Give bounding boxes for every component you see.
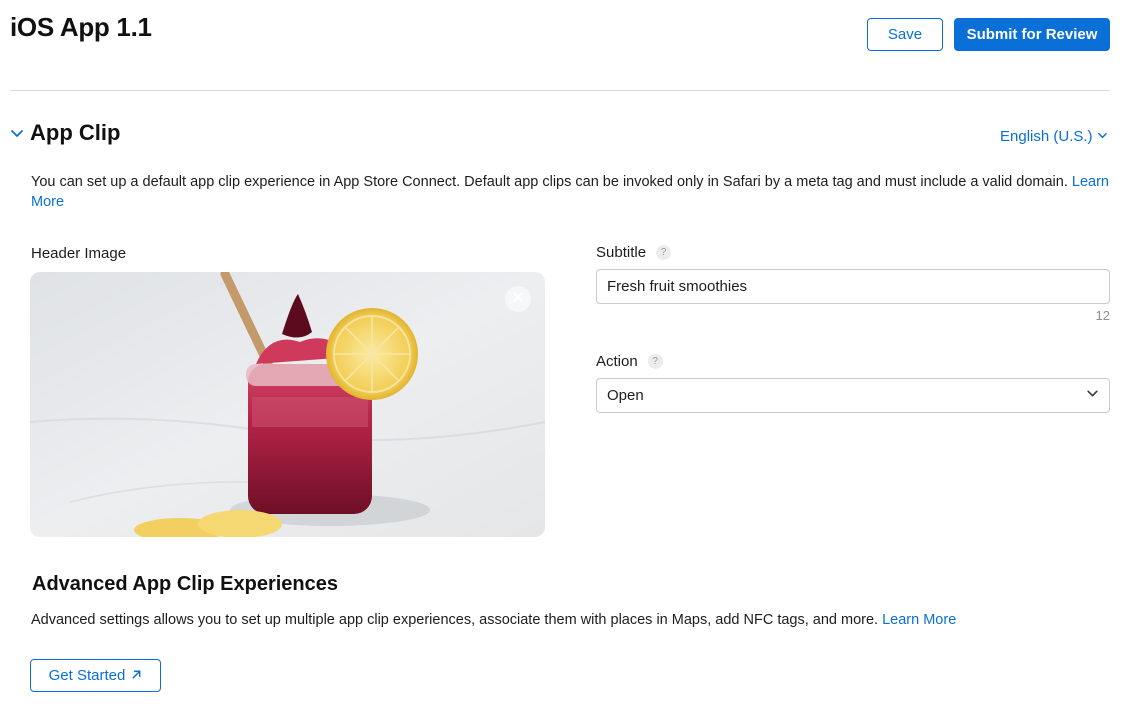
header-image (30, 272, 545, 537)
action-label-row: Action ? (596, 353, 663, 370)
advanced-description-text: Advanced settings allows you to set up m… (31, 612, 879, 628)
get-started-label: Get Started (48, 667, 126, 684)
smoothie-photo (30, 272, 545, 537)
get-started-button[interactable]: Get Started (30, 659, 161, 692)
language-dropdown[interactable]: English (U.S.) (1000, 128, 1108, 145)
submit-for-review-button[interactable]: Submit for Review (954, 18, 1110, 51)
subtitle-char-count: 12 (1095, 308, 1110, 323)
action-select-value: Open (607, 387, 644, 404)
arrow-up-right-icon (131, 667, 142, 684)
chevron-down-icon (1086, 387, 1099, 404)
header-image-label: Header Image (31, 245, 127, 262)
description-text: You can set up a default app clip experi… (31, 174, 1068, 190)
advanced-learn-more-link[interactable]: Learn More (882, 612, 956, 628)
advanced-section-title: Advanced App Clip Experiences (32, 573, 339, 595)
remove-image-button[interactable] (505, 286, 531, 312)
help-icon[interactable]: ? (647, 354, 663, 369)
save-button[interactable]: Save (867, 18, 943, 51)
action-select[interactable]: Open (596, 378, 1110, 413)
close-icon (512, 290, 524, 308)
help-icon[interactable]: ? (656, 245, 672, 260)
language-label: English (U.S.) (1000, 128, 1093, 145)
header-divider (10, 90, 1110, 91)
section-title: App Clip (30, 120, 121, 145)
subtitle-label: Subtitle (596, 244, 647, 261)
advanced-description: Advanced settings allows you to set up m… (31, 612, 1116, 628)
section-description: You can set up a default app clip experi… (31, 172, 1116, 212)
page-title: iOS App 1.1 (10, 12, 152, 42)
subtitle-input[interactable] (596, 269, 1110, 304)
chevron-down-icon (1097, 128, 1108, 145)
action-label: Action (596, 353, 638, 370)
app-clip-section-toggle[interactable]: App Clip (10, 120, 120, 146)
chevron-down-icon (10, 126, 24, 140)
subtitle-label-row: Subtitle ? (596, 244, 672, 261)
